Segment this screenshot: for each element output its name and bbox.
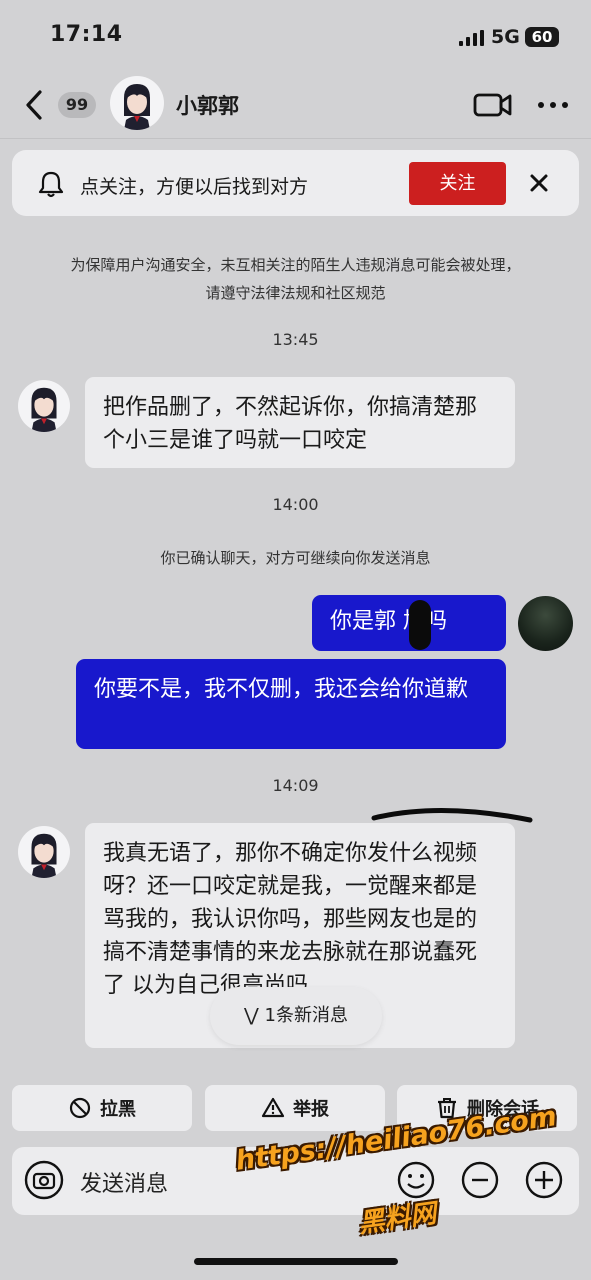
sender-avatar[interactable] <box>18 380 70 432</box>
time-label: 14:00 <box>272 495 319 514</box>
sender-avatar[interactable] <box>18 826 70 878</box>
video-call-icon[interactable] <box>473 90 513 120</box>
block-label: 拉黑 <box>100 1099 136 1120</box>
network-type: 5G <box>491 26 520 48</box>
signal-icon <box>459 30 485 46</box>
block-icon <box>69 1097 91 1119</box>
double-chevron-down-icon: ⋁ <box>244 1005 259 1026</box>
new-messages-label: 1条新消息 <box>264 1005 348 1026</box>
my-avatar[interactable] <box>518 596 573 651</box>
follow-banner-text: 点关注，方便以后找到对方 <box>80 176 309 198</box>
time-label: 14:09 <box>272 776 319 795</box>
contact-avatar[interactable] <box>110 76 164 130</box>
warning-icon <box>261 1097 285 1118</box>
redaction-mark <box>409 600 431 650</box>
bell-icon <box>38 171 64 198</box>
home-indicator <box>194 1258 398 1265</box>
time-label: 13:45 <box>272 330 319 349</box>
more-options-icon[interactable] <box>535 90 571 120</box>
safety-notice: 为保障用户沟通安全，未互相关注的陌生人违规消息可能会被处理，请遵守法律法规和社区… <box>70 256 521 302</box>
status-time: 17:14 <box>50 22 123 47</box>
report-button[interactable]: 举报 <box>205 1085 385 1131</box>
report-label: 举报 <box>293 1099 329 1120</box>
camera-icon[interactable] <box>24 1160 64 1200</box>
more-input-icon[interactable] <box>460 1160 500 1200</box>
back-icon[interactable] <box>22 88 48 122</box>
unread-badge: 99 <box>58 92 96 118</box>
block-button[interactable]: 拉黑 <box>12 1085 192 1131</box>
outgoing-message[interactable]: 你要不是，我不仅删，我还会给你道歉 <box>76 659 506 749</box>
system-message: 你已确认聊天，对方可继续向你发送消息 <box>160 549 431 567</box>
contact-name[interactable]: 小郭郭 <box>176 90 239 120</box>
new-messages-button[interactable]: ⋁ 1条新消息 <box>210 987 382 1045</box>
close-icon[interactable] <box>528 172 550 194</box>
incoming-message[interactable]: 把作品删了，不然起诉你，你搞清楚那个小三是谁了吗就一口咬定 <box>85 377 515 468</box>
header-divider <box>0 138 591 139</box>
plus-icon[interactable] <box>524 1160 564 1200</box>
follow-button[interactable]: 关注 <box>409 162 506 205</box>
battery-icon: 60 <box>525 27 559 47</box>
message-input[interactable]: 发送消息 <box>80 1166 168 1198</box>
